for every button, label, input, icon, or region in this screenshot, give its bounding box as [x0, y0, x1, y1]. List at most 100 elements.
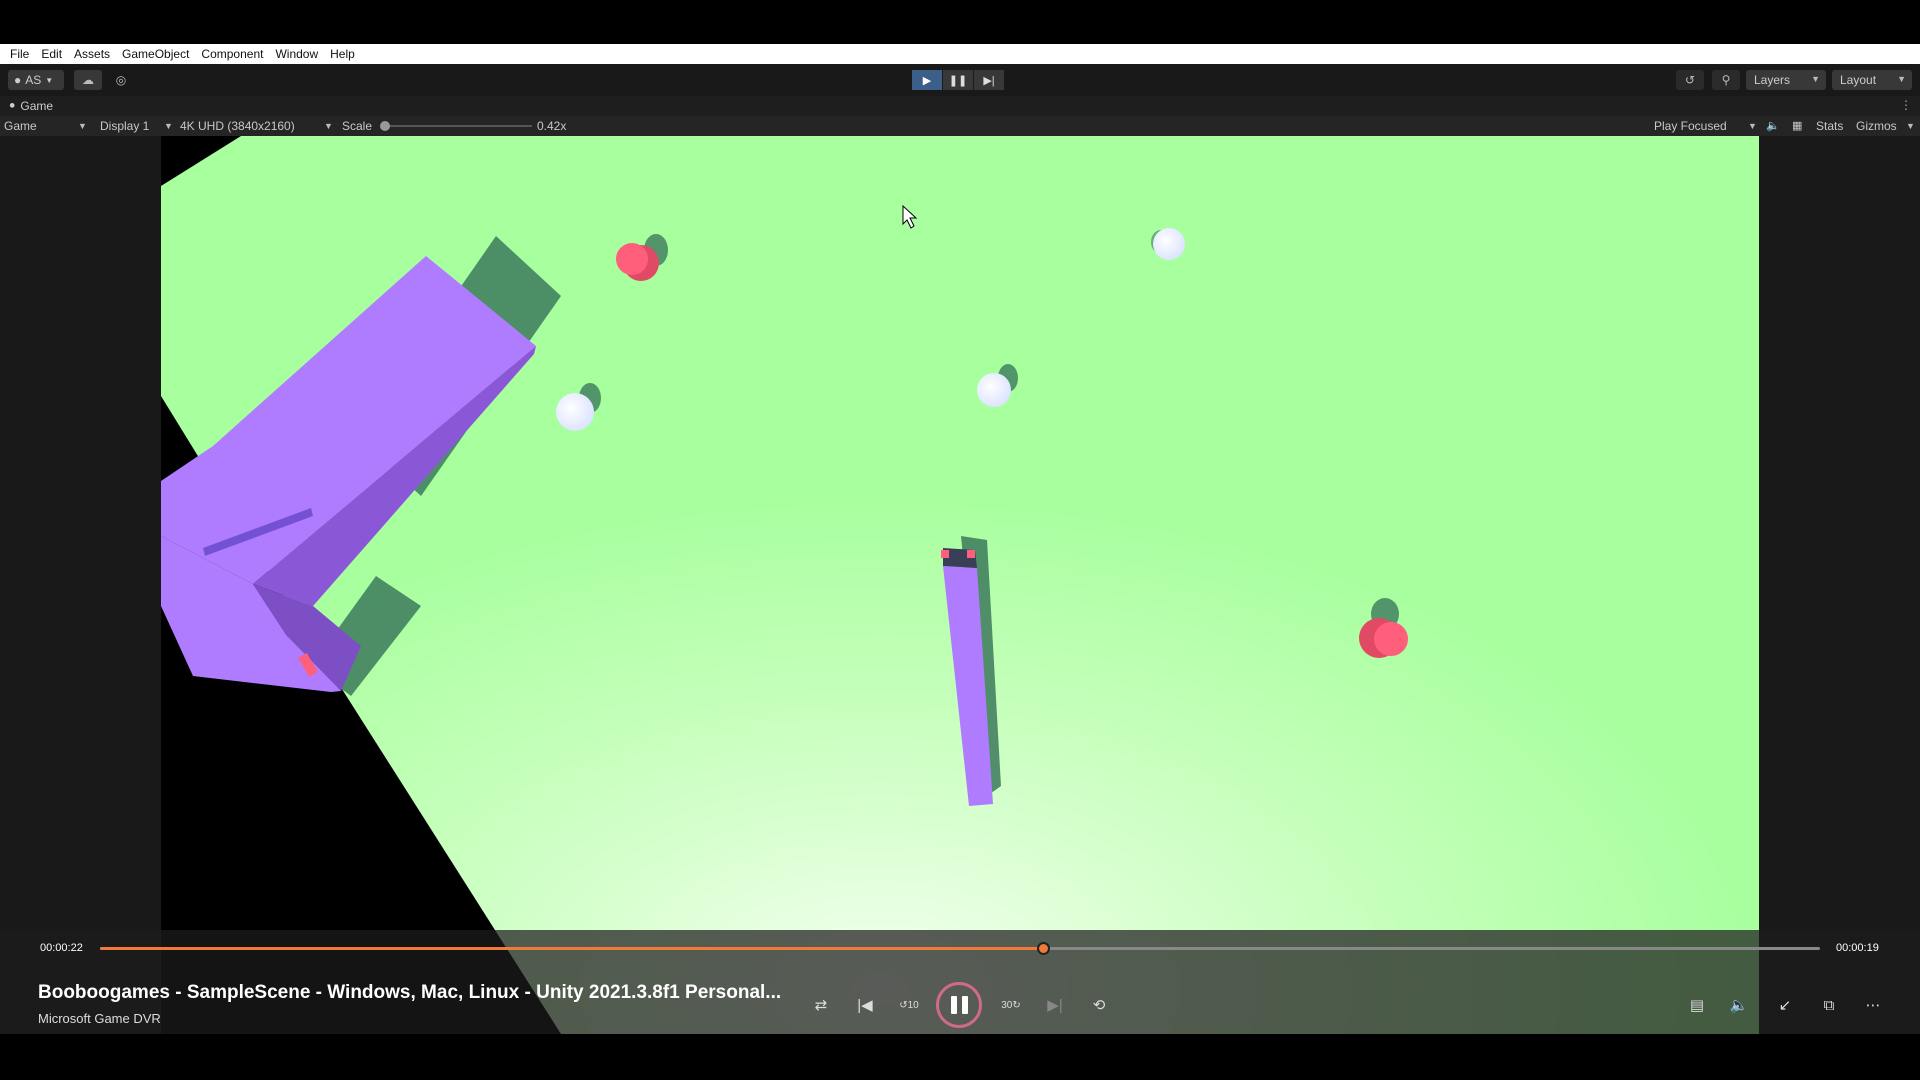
menu-help[interactable]: Help: [324, 44, 361, 64]
more-options-icon: ⋯: [1865, 997, 1881, 1014]
menu-file[interactable]: File: [4, 44, 35, 64]
mini-view-icon: ⧉: [1823, 996, 1835, 1014]
red-cylinder-top: [1374, 622, 1408, 656]
menu-component[interactable]: Component: [195, 44, 269, 64]
step-button[interactable]: ▶|: [974, 70, 1004, 90]
layout-dropdown[interactable]: Layout ▼: [1832, 70, 1912, 90]
white-ball: [977, 373, 1011, 407]
play-pause-button[interactable]: [936, 982, 982, 1028]
time-remaining: 00:00:19: [1836, 942, 1879, 954]
repeat-icon: ⟲: [1092, 997, 1106, 1014]
volume-icon: 🔈: [1729, 997, 1749, 1014]
scale-slider-handle[interactable]: [380, 121, 390, 131]
stats-button[interactable]: Stats: [1816, 116, 1843, 136]
red-cylinder-top: [616, 243, 648, 275]
account-icon: ●: [14, 73, 22, 87]
tab-game[interactable]: ⚫ Game: [0, 96, 61, 116]
chevron-down-icon: ▼: [78, 121, 87, 131]
cloud-button[interactable]: ☁: [74, 70, 102, 90]
more-options-icon[interactable]: ⋮: [1900, 98, 1912, 112]
menu-bar: File Edit Assets GameObject Component Wi…: [0, 44, 1920, 64]
chevron-down-icon: ▼: [1897, 74, 1906, 84]
scale-slider-track[interactable]: [384, 125, 532, 127]
chevron-down-icon: ▼: [1906, 121, 1915, 131]
menu-assets[interactable]: Assets: [68, 44, 116, 64]
main-toolbar: ● AS ▼ ☁ ◎ ▶ ❚❚ ▶| ↺ ⚲ Layers ▼ Layout ▼: [0, 64, 1920, 96]
play-icon: ▶: [922, 74, 932, 87]
history-icon: ↺: [1684, 73, 1696, 87]
skip-back-icon: ↺: [899, 999, 908, 1011]
exit-fullscreen-icon: ↙: [1778, 997, 1792, 1014]
chevron-down-icon: ▼: [45, 75, 54, 85]
skip-forward-icon: ↻: [1012, 999, 1021, 1011]
gamepad-icon: ⚫: [8, 100, 17, 112]
play-button[interactable]: ▶: [912, 70, 942, 90]
resolution-dropdown[interactable]: 4K UHD (3840x2160): [180, 116, 295, 136]
scale-label: Scale: [342, 119, 373, 133]
repeat-button[interactable]: ⟲: [1084, 990, 1114, 1020]
menu-edit[interactable]: Edit: [35, 44, 68, 64]
collab-icon: ◎: [115, 73, 127, 87]
skip-forward-button[interactable]: 30 ↻: [996, 990, 1026, 1020]
more-options-button[interactable]: ⋯: [1858, 990, 1888, 1020]
game-scene[interactable]: [161, 136, 1759, 1034]
cloud-icon: ☁: [82, 73, 94, 87]
chevron-down-icon: ▼: [324, 121, 333, 131]
screen: File Edit Assets GameObject Component Wi…: [0, 0, 1920, 1080]
layout-label: Layout: [1840, 73, 1877, 87]
layers-dropdown[interactable]: Layers ▼: [1746, 70, 1826, 90]
seek-bar-progress: [100, 947, 1043, 950]
captions-button[interactable]: ▤: [1682, 990, 1712, 1020]
pause-button[interactable]: ❚❚: [943, 70, 973, 90]
display-dropdown[interactable]: Display 1: [100, 116, 149, 136]
game-mode-dropdown[interactable]: Game: [4, 116, 37, 136]
layers-label: Layers: [1754, 73, 1791, 87]
pause-icon: [950, 996, 968, 1014]
tab-bar: ⚫ Game ⋮: [0, 96, 1920, 116]
previous-icon: |◀: [857, 997, 873, 1014]
account-label: AS: [25, 73, 42, 87]
game-view-controls: Game ▼ Display 1 ▼ 4K UHD (3840x2160) ▼ …: [0, 116, 1920, 136]
mini-view-button[interactable]: ⧉: [1814, 990, 1844, 1020]
mute-audio-icon[interactable]: 🔈: [1766, 116, 1780, 136]
video-title: Booboogames - SampleScene - Windows, Mac…: [38, 982, 782, 1003]
next-icon: ▶|: [1047, 997, 1063, 1014]
step-icon: ▶|: [983, 74, 995, 87]
skip-back-seconds: 10: [907, 999, 919, 1011]
skip-back-button[interactable]: ↺ 10: [894, 990, 924, 1020]
gizmos-button[interactable]: Gizmos: [1856, 116, 1897, 136]
scale-value: 0.42x: [537, 119, 567, 133]
shuffle-icon: ⇄: [814, 997, 828, 1014]
tab-game-label: Game: [20, 99, 54, 113]
search-icon: ⚲: [1721, 73, 1731, 87]
chevron-down-icon: ▼: [164, 121, 173, 131]
white-ball: [1153, 228, 1185, 260]
letterbox-bottom: [0, 1034, 1920, 1080]
play-focused-dropdown[interactable]: Play Focused: [1654, 116, 1727, 136]
account-dropdown[interactable]: ● AS ▼: [8, 70, 64, 90]
menu-window[interactable]: Window: [269, 44, 324, 64]
next-button[interactable]: ▶|: [1040, 990, 1070, 1020]
playmode-controls: ▶ ❚❚ ▶|: [912, 70, 1004, 90]
shuffle-button[interactable]: ⇄: [806, 990, 836, 1020]
volume-button[interactable]: 🔈: [1724, 990, 1754, 1020]
captions-icon: ▤: [1689, 997, 1705, 1014]
previous-button[interactable]: |◀: [850, 990, 880, 1020]
chevron-down-icon: ▼: [1811, 74, 1820, 84]
red-marker: [941, 550, 949, 558]
search-button[interactable]: ⚲: [1712, 70, 1740, 90]
game-view: [0, 136, 1920, 1034]
menu-gameobject[interactable]: GameObject: [116, 44, 195, 64]
video-subtitle: Microsoft Game DVR: [38, 1011, 161, 1026]
skip-forward-seconds: 30: [1001, 999, 1013, 1011]
undo-history-button[interactable]: ↺: [1676, 70, 1704, 90]
chevron-down-icon: ▼: [1748, 121, 1757, 131]
red-marker: [967, 550, 975, 558]
seek-bar-handle[interactable]: [1037, 942, 1050, 955]
exit-fullscreen-button[interactable]: ↙: [1770, 990, 1800, 1020]
white-ball: [556, 393, 594, 431]
pause-icon: ❚❚: [948, 74, 968, 87]
time-elapsed: 00:00:22: [40, 942, 83, 954]
collab-button[interactable]: ◎: [108, 70, 134, 90]
grid-icon[interactable]: ▦: [1792, 116, 1802, 136]
